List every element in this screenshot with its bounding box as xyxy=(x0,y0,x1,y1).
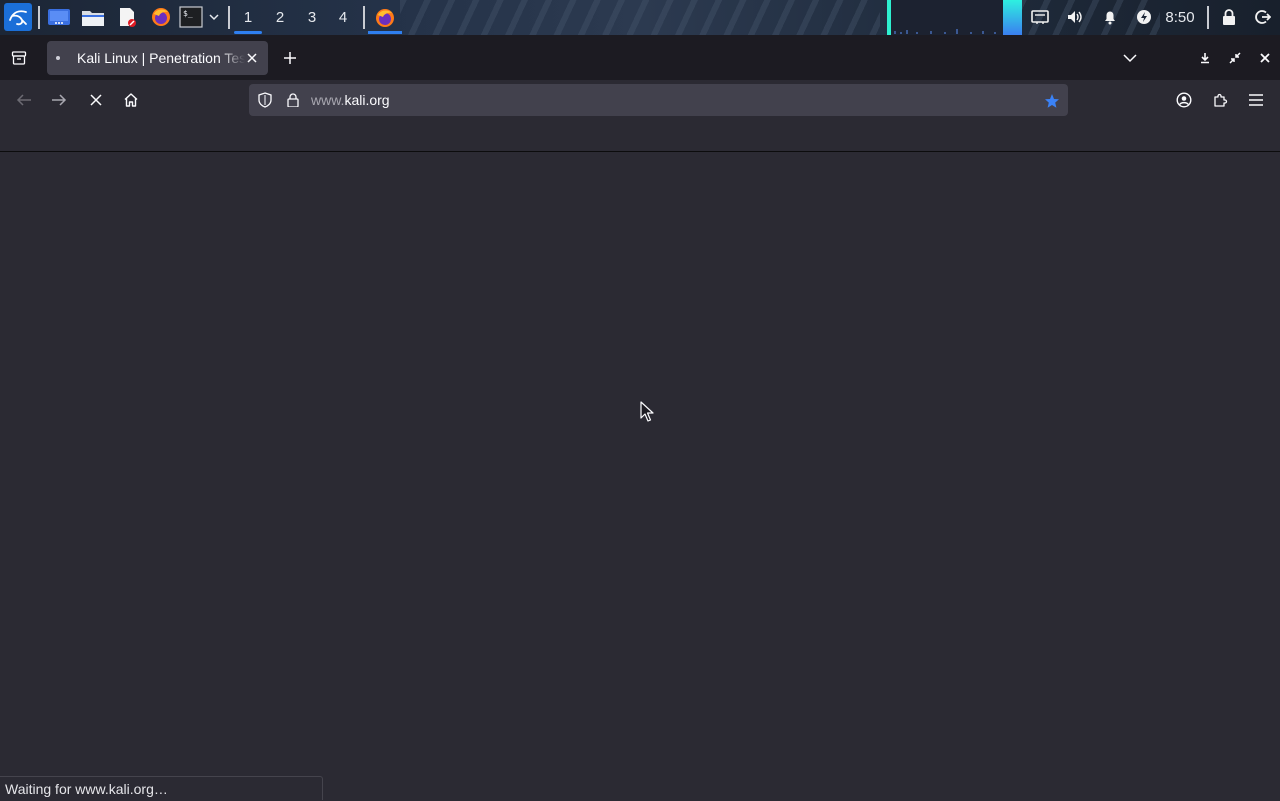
minimize-window-icon[interactable] xyxy=(1195,48,1215,68)
taskbar-firefox-window[interactable] xyxy=(368,0,402,35)
panel-separator xyxy=(228,6,230,29)
workspace-4[interactable]: 4 xyxy=(327,0,359,35)
terminal-icon[interactable]: $_ xyxy=(178,4,204,30)
tab-loading-indicator xyxy=(56,56,60,60)
wallpaper-decoration xyxy=(400,0,880,35)
kali-menu-icon[interactable] xyxy=(4,3,32,31)
show-desktop-icon[interactable] xyxy=(46,4,72,30)
home-icon[interactable] xyxy=(121,90,141,110)
tab-bar: Kali Linux | Penetration Testing and Eth… xyxy=(0,35,1280,80)
firefox-icon xyxy=(376,8,394,27)
padlock-icon[interactable] xyxy=(285,92,301,108)
lock-icon[interactable] xyxy=(1216,4,1242,30)
file-manager-icon[interactable] xyxy=(80,4,106,30)
panel-separator xyxy=(363,6,365,29)
workspace-1[interactable]: 1 xyxy=(232,0,264,35)
account-icon[interactable] xyxy=(1174,90,1194,110)
forward-arrow-icon[interactable] xyxy=(49,90,69,110)
cpu-graph xyxy=(887,0,1022,35)
panel-clock[interactable]: 8:50 xyxy=(1160,0,1200,35)
firefox-launcher-icon[interactable] xyxy=(148,4,174,30)
stop-loading-icon[interactable] xyxy=(86,90,106,110)
page-content xyxy=(0,152,1280,800)
panel-separator xyxy=(38,6,40,29)
url-bar[interactable]: www.kali.org xyxy=(249,84,1068,116)
text-editor-icon[interactable] xyxy=(114,4,140,30)
bell-icon[interactable] xyxy=(1097,4,1123,30)
desktop-panel: $_ 1 2 3 4 8:50 xyxy=(0,0,1280,35)
svg-text:$_: $_ xyxy=(183,9,193,18)
new-tab-plus-icon[interactable] xyxy=(279,46,301,70)
volume-icon[interactable] xyxy=(1062,4,1088,30)
mouse-cursor-icon xyxy=(640,401,654,428)
terminal-dropdown-chevron-icon[interactable] xyxy=(206,4,222,30)
back-arrow-icon[interactable] xyxy=(14,90,34,110)
power-icon[interactable] xyxy=(1131,4,1157,30)
url-domain: kali.org xyxy=(344,92,390,108)
extensions-puzzle-icon[interactable] xyxy=(1210,90,1230,110)
navigation-toolbar: www.kali.org xyxy=(0,80,1280,120)
url-prefix: www. xyxy=(311,92,345,108)
url-text[interactable]: www.kali.org xyxy=(311,84,390,116)
tab-title: Kali Linux | Penetration Testing and Eth… xyxy=(77,50,245,66)
panel-separator xyxy=(1207,6,1209,29)
workspace-2[interactable]: 2 xyxy=(264,0,296,35)
bookmarks-toolbar xyxy=(0,120,1280,152)
hamburger-menu-icon[interactable] xyxy=(1246,90,1266,110)
close-tab-icon[interactable] xyxy=(244,50,260,66)
close-window-icon[interactable] xyxy=(1255,48,1275,68)
bookmark-star-icon[interactable] xyxy=(1043,92,1060,109)
tracking-protection-shield-icon[interactable] xyxy=(257,92,273,108)
network-icon[interactable] xyxy=(1027,4,1053,30)
restore-window-icon[interactable] xyxy=(1225,48,1245,68)
status-panel: Waiting for www.kali.org… xyxy=(0,776,323,800)
workspace-3[interactable]: 3 xyxy=(296,0,328,35)
firefox-view-icon[interactable] xyxy=(8,47,30,69)
list-all-tabs-chevron-icon[interactable] xyxy=(1118,46,1142,70)
logout-icon[interactable] xyxy=(1250,4,1276,30)
tab-kali-linux[interactable]: Kali Linux | Penetration Testing and Eth… xyxy=(47,41,268,75)
